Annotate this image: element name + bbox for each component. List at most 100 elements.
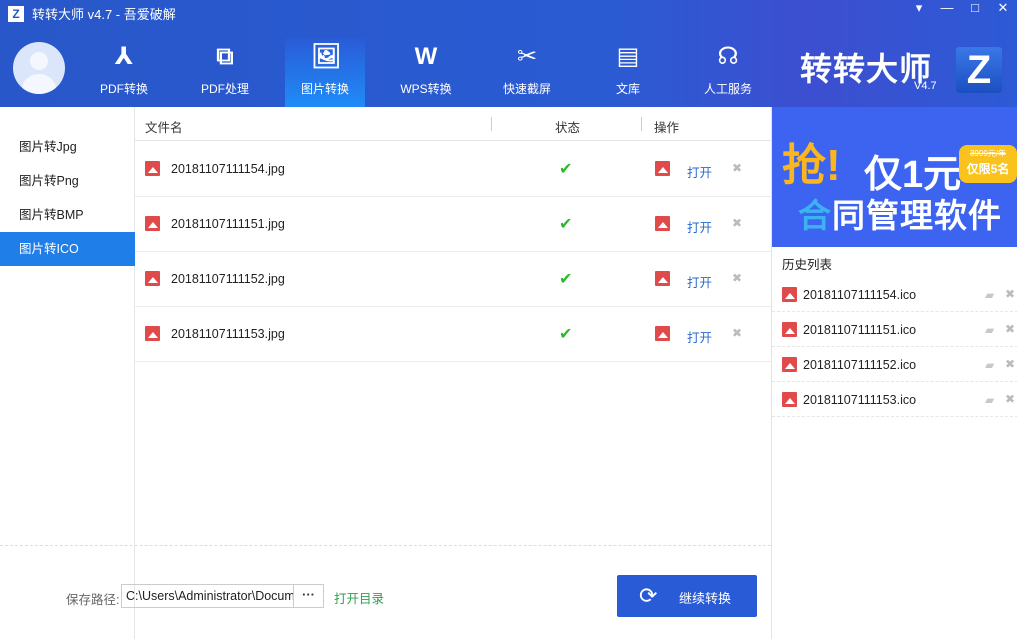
app-logo-icon: Z <box>8 5 24 22</box>
tab-image-convert[interactable]: 🖼 图片转换 <box>285 38 365 107</box>
history-file-name: 20181107111154.ico <box>803 288 917 302</box>
history-file-name: 20181107111151.ico <box>803 323 917 337</box>
tab-pdf-process[interactable]: ⧉ PDF处理 <box>185 38 265 107</box>
avatar[interactable] <box>13 42 65 94</box>
remove-icon[interactable]: ✖ <box>732 326 742 340</box>
open-file-link[interactable]: 打开 <box>687 162 712 181</box>
preview-image-icon[interactable] <box>655 271 670 286</box>
banner-original-price: 3999元/年 <box>969 149 1007 158</box>
maximize-button[interactable]: □ <box>961 0 989 16</box>
save-path-input[interactable]: C:\Users\Administrator\Documents <box>121 584 294 608</box>
history-title: 历史列表 <box>782 258 833 272</box>
history-item[interactable]: 20181107111153.ico ▰ ✖ <box>772 382 1017 417</box>
tab-support[interactable]: ☊ 人工服务 <box>688 38 768 107</box>
squares-icon: ⧉ <box>216 43 234 70</box>
success-check-icon: ✔ <box>559 326 573 343</box>
browse-button[interactable]: ··· <box>293 584 324 608</box>
book-icon: ▤ <box>616 43 640 70</box>
folder-icon[interactable]: ▰ <box>985 358 994 372</box>
image-file-icon <box>782 322 797 337</box>
tab-screenshot[interactable]: ✂ 快速截屏 <box>487 38 567 107</box>
wps-icon: W <box>414 43 438 70</box>
continue-convert-label: 继续转换 <box>679 591 732 606</box>
tab-label: PDF转换 <box>99 82 148 96</box>
brand-logo-icon: Z <box>956 47 1002 93</box>
promo-banner[interactable]: 抢! 仅1元 3999元/年 仅限5名 合同管理软件 <box>772 107 1017 247</box>
open-directory-link[interactable]: 打开目录 <box>334 588 384 607</box>
header-action: 操作 <box>654 121 680 135</box>
minimize-button[interactable]: — <box>933 0 961 16</box>
file-table: 文件名 状态 操作 20181107111154.jpg ✔ 打开 ✖ 2018… <box>135 107 771 545</box>
sidebar-item-ico[interactable]: 图片转ICO <box>0 232 135 266</box>
continue-convert-button[interactable]: ⟳ 继续转换 <box>617 575 757 617</box>
save-path-label: 保存路径: <box>66 593 120 607</box>
open-file-link[interactable]: 打开 <box>687 327 712 346</box>
history-item[interactable]: 20181107111151.ico ▰ ✖ <box>772 312 1017 347</box>
open-file-link[interactable]: 打开 <box>687 272 712 291</box>
image-file-icon <box>145 271 160 286</box>
image-icon: 🖼 <box>311 43 342 70</box>
folder-icon[interactable]: ▰ <box>985 393 994 407</box>
tab-library[interactable]: ▤ 文库 <box>588 38 668 107</box>
sidebar-item-png[interactable]: 图片转Png <box>0 164 135 198</box>
tab-pdf-convert[interactable]: ⅄ PDF转换 <box>84 38 164 107</box>
brand-version: V4.7 <box>914 80 937 92</box>
preview-image-icon[interactable] <box>655 161 670 176</box>
banner-limit: 仅限5名 <box>966 162 1010 176</box>
bottom-bar: 保存路径: C:\Users\Administrator\Documents ·… <box>0 545 771 639</box>
window-title-text: 转转大师 v4.7 - 吾爱破解 <box>32 7 176 22</box>
preview-image-icon[interactable] <box>655 216 670 231</box>
image-file-icon <box>145 161 160 176</box>
image-file-icon <box>782 287 797 302</box>
file-name: 20181107111154.jpg <box>171 162 285 176</box>
banner-product: 合同管理软件 <box>798 189 1002 237</box>
history-item[interactable]: 20181107111152.ico ▰ ✖ <box>772 347 1017 382</box>
remove-icon[interactable]: ✖ <box>732 161 742 175</box>
header-filename: 文件名 <box>145 121 183 135</box>
tab-label: PDF处理 <box>200 82 249 96</box>
window-controls: ▾ — □ ✕ <box>905 0 1017 16</box>
banner-grab: 抢! <box>782 141 841 190</box>
success-check-icon: ✔ <box>559 161 573 178</box>
image-file-icon <box>145 216 160 231</box>
divider <box>641 117 642 131</box>
file-name: 20181107111151.jpg <box>171 217 285 231</box>
refresh-icon: ⟳ <box>639 583 658 608</box>
success-check-icon: ✔ <box>559 271 573 288</box>
image-file-icon <box>782 357 797 372</box>
tab-label: 图片转换 <box>300 82 349 96</box>
remove-icon[interactable]: ✖ <box>1005 287 1015 301</box>
banner-product-first: 合 <box>798 197 832 234</box>
window-title: Z 转转大师 v4.7 - 吾爱破解 <box>8 4 176 23</box>
right-panel: 抢! 仅1元 3999元/年 仅限5名 合同管理软件 历史列表 201811071… <box>771 107 1017 639</box>
table-row: 20181107111154.jpg ✔ 打开 ✖ <box>135 142 771 197</box>
folder-icon[interactable]: ▰ <box>985 288 994 302</box>
image-file-icon <box>782 392 797 407</box>
preview-image-icon[interactable] <box>655 326 670 341</box>
remove-icon[interactable]: ✖ <box>732 271 742 285</box>
history-item[interactable]: 20181107111154.ico ▰ ✖ <box>772 277 1017 312</box>
folder-icon[interactable]: ▰ <box>985 323 994 337</box>
headset-icon: ☊ <box>717 43 739 70</box>
menu-dropdown-icon[interactable]: ▾ <box>905 0 933 16</box>
remove-icon[interactable]: ✖ <box>1005 392 1015 406</box>
table-row: 20181107111152.jpg ✔ 打开 ✖ <box>135 252 771 307</box>
file-name: 20181107111152.jpg <box>171 272 285 286</box>
banner-tag: 3999元/年仅限5名 <box>959 145 1017 183</box>
table-row: 20181107111151.jpg ✔ 打开 ✖ <box>135 197 771 252</box>
file-name: 20181107111153.jpg <box>171 327 285 341</box>
success-check-icon: ✔ <box>559 216 573 233</box>
sidebar-item-bmp[interactable]: 图片转BMP <box>0 198 135 232</box>
close-button[interactable]: ✕ <box>989 0 1017 16</box>
banner-product-rest: 同管理软件 <box>832 197 1002 234</box>
tab-wps-convert[interactable]: W WPS转换 <box>386 38 466 107</box>
tab-label: 人工服务 <box>703 82 752 96</box>
tab-label: WPS转换 <box>400 82 452 96</box>
header-status: 状态 <box>555 121 581 135</box>
remove-icon[interactable]: ✖ <box>732 216 742 230</box>
remove-icon[interactable]: ✖ <box>1005 322 1015 336</box>
table-header: 文件名 状态 操作 <box>135 107 771 141</box>
remove-icon[interactable]: ✖ <box>1005 357 1015 371</box>
sidebar-item-jpg[interactable]: 图片转Jpg <box>0 130 135 164</box>
open-file-link[interactable]: 打开 <box>687 217 712 236</box>
